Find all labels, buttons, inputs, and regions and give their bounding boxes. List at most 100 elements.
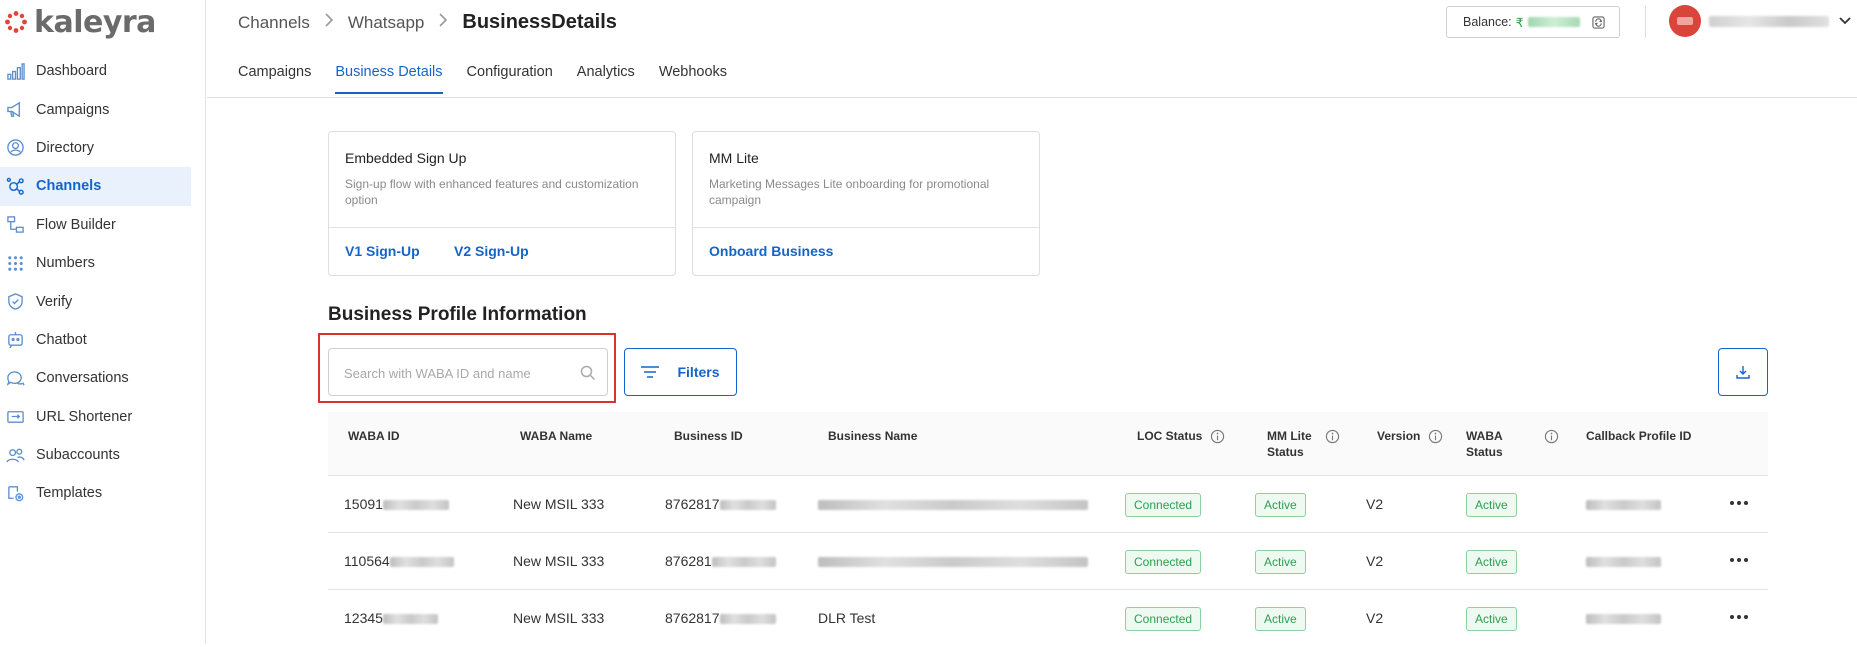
sidebar-nav: Dashboard Campaigns Directory Channels F… xyxy=(0,52,191,513)
card-description: Marketing Messages Lite onboarding for p… xyxy=(709,177,990,207)
chevron-right-icon xyxy=(438,13,448,32)
balance-currency: ₹ xyxy=(1515,15,1524,30)
sidebar-item-conversations[interactable]: Conversations xyxy=(0,359,191,397)
brand-name: kaleyra xyxy=(34,4,156,40)
cell-waba-name: New MSIL 333 xyxy=(513,610,605,626)
refresh-icon[interactable] xyxy=(1592,16,1605,29)
cell-business-name xyxy=(818,553,1088,570)
sidebar-item-label: Conversations xyxy=(36,370,129,387)
sidebar-item-label: Campaigns xyxy=(36,101,110,118)
info-icon[interactable] xyxy=(1428,429,1443,444)
sidebar-item-chatbot[interactable]: Chatbot xyxy=(0,321,191,359)
cell-waba-id: 15091 xyxy=(344,496,449,513)
tab-configuration[interactable]: Configuration xyxy=(467,62,553,94)
filter-icon xyxy=(641,366,660,378)
megaphone-icon xyxy=(6,100,25,119)
sidebar-item-flow-builder[interactable]: Flow Builder xyxy=(0,206,191,244)
tab-webhooks[interactable]: Webhooks xyxy=(659,62,727,94)
column-header-business-name[interactable]: Business Name xyxy=(828,428,917,444)
users-icon xyxy=(6,446,25,465)
card-divider xyxy=(329,227,675,228)
more-actions-icon[interactable] xyxy=(1728,552,1750,568)
sidebar: kaleyra Dashboard Campaigns Directory Ch… xyxy=(0,0,206,644)
info-icon[interactable] xyxy=(1210,429,1225,444)
sidebar-item-directory[interactable]: Directory xyxy=(0,129,191,167)
brand-logo[interactable]: kaleyra xyxy=(4,4,156,40)
cell-callback-profile-id xyxy=(1586,496,1661,513)
user-name-redacted[interactable] xyxy=(1709,16,1829,27)
tab-analytics[interactable]: Analytics xyxy=(577,62,635,94)
cell-waba-id: 12345 xyxy=(344,610,438,627)
mm-lite-card: MM Lite Marketing Messages Lite onboardi… xyxy=(692,131,1040,276)
more-actions-icon[interactable] xyxy=(1728,609,1750,625)
tab-campaigns[interactable]: Campaigns xyxy=(238,62,311,94)
sidebar-item-subaccounts[interactable]: Subaccounts xyxy=(0,436,191,474)
v2-signup-link[interactable]: V2 Sign-Up xyxy=(454,243,529,259)
column-header-waba-name[interactable]: WABA Name xyxy=(520,428,592,444)
template-gear-icon xyxy=(6,484,25,503)
card-title: MM Lite xyxy=(709,150,759,166)
download-button[interactable] xyxy=(1718,348,1768,396)
sidebar-item-label: Flow Builder xyxy=(36,216,116,233)
mm-lite-status-badge: Active xyxy=(1255,550,1306,574)
sidebar-item-label: Verify xyxy=(36,293,73,310)
breadcrumb-item-whatsapp[interactable]: Whatsapp xyxy=(348,13,425,33)
balance-label: Balance: xyxy=(1463,15,1512,29)
table-row[interactable]: 15091 New MSIL 333 8762817 Connected Act… xyxy=(328,476,1768,533)
bot-icon xyxy=(6,330,25,349)
sidebar-item-dashboard[interactable]: Dashboard xyxy=(0,52,191,90)
column-header-version[interactable]: Version xyxy=(1377,428,1443,444)
column-header-waba-status[interactable]: WABA Status xyxy=(1466,428,1561,460)
info-icon[interactable] xyxy=(1325,429,1340,444)
sidebar-item-campaigns[interactable]: Campaigns xyxy=(0,90,191,128)
table-row[interactable]: 12345 New MSIL 333 8762817 DLR Test Conn… xyxy=(328,590,1768,647)
more-actions-icon[interactable] xyxy=(1728,495,1750,511)
chevron-down-icon[interactable] xyxy=(1838,13,1852,27)
sidebar-item-url-shortener[interactable]: URL Shortener xyxy=(0,398,191,436)
search-icon[interactable] xyxy=(580,365,596,381)
card-title: Embedded Sign Up xyxy=(345,150,467,166)
chevron-right-icon xyxy=(324,13,334,32)
link-icon xyxy=(6,407,25,426)
cell-waba-name: New MSIL 333 xyxy=(513,496,605,512)
breadcrumb-item-channels[interactable]: Channels xyxy=(238,13,310,33)
business-profile-table: WABA ID WABA Name Business ID Business N… xyxy=(328,412,1768,647)
section-title: Business Profile Information xyxy=(328,304,587,325)
table-row[interactable]: 110564 New MSIL 333 876281 Connected Act… xyxy=(328,533,1768,590)
sidebar-item-verify[interactable]: Verify xyxy=(0,282,191,320)
sidebar-item-label: Chatbot xyxy=(36,331,87,348)
sidebar-item-label: URL Shortener xyxy=(36,408,133,425)
column-header-loc-status[interactable]: LOC Status xyxy=(1137,428,1225,444)
loc-status-badge: Connected xyxy=(1125,550,1202,574)
filters-button[interactable]: Filters xyxy=(624,348,737,396)
tab-business-details[interactable]: Business Details xyxy=(335,62,443,94)
column-header-mm-lite-status[interactable]: MM Lite Status xyxy=(1267,428,1357,460)
breadcrumb: Channels Whatsapp BusinessDetails xyxy=(238,11,617,34)
mm-lite-status-badge: Active xyxy=(1255,607,1306,631)
sidebar-item-channels[interactable]: Channels xyxy=(0,167,191,206)
avatar[interactable] xyxy=(1669,5,1701,37)
embedded-signup-card: Embedded Sign Up Sign-up flow with enhan… xyxy=(328,131,676,276)
onboard-business-link[interactable]: Onboard Business xyxy=(709,243,833,259)
column-header-waba-id[interactable]: WABA ID xyxy=(348,428,400,444)
balance-widget[interactable]: Balance: ₹ xyxy=(1446,6,1620,38)
cell-waba-name: New MSIL 333 xyxy=(513,553,605,569)
cell-business-id: 8762817 xyxy=(665,496,776,513)
info-icon[interactable] xyxy=(1544,429,1559,444)
sidebar-item-label: Channels xyxy=(36,178,102,195)
channels-icon xyxy=(6,177,25,196)
search-field[interactable] xyxy=(328,348,608,396)
column-header-business-id[interactable]: Business ID xyxy=(674,428,743,444)
v1-signup-link[interactable]: V1 Sign-Up xyxy=(345,243,420,259)
search-input[interactable] xyxy=(344,363,574,383)
card-description: Sign-up flow with enhanced features and … xyxy=(345,177,639,207)
sidebar-item-templates[interactable]: Templates xyxy=(0,474,191,512)
card-divider xyxy=(693,227,1039,228)
tab-bar: Campaigns Business Details Configuration… xyxy=(238,62,751,94)
loc-status-badge: Connected xyxy=(1125,607,1202,631)
sidebar-item-numbers[interactable]: Numbers xyxy=(0,244,191,282)
top-header: Channels Whatsapp BusinessDetails Balanc… xyxy=(207,0,1857,98)
column-header-callback-profile-id[interactable]: Callback Profile ID xyxy=(1586,428,1691,444)
waba-status-badge: Active xyxy=(1466,607,1517,631)
cell-version: V2 xyxy=(1366,610,1384,626)
